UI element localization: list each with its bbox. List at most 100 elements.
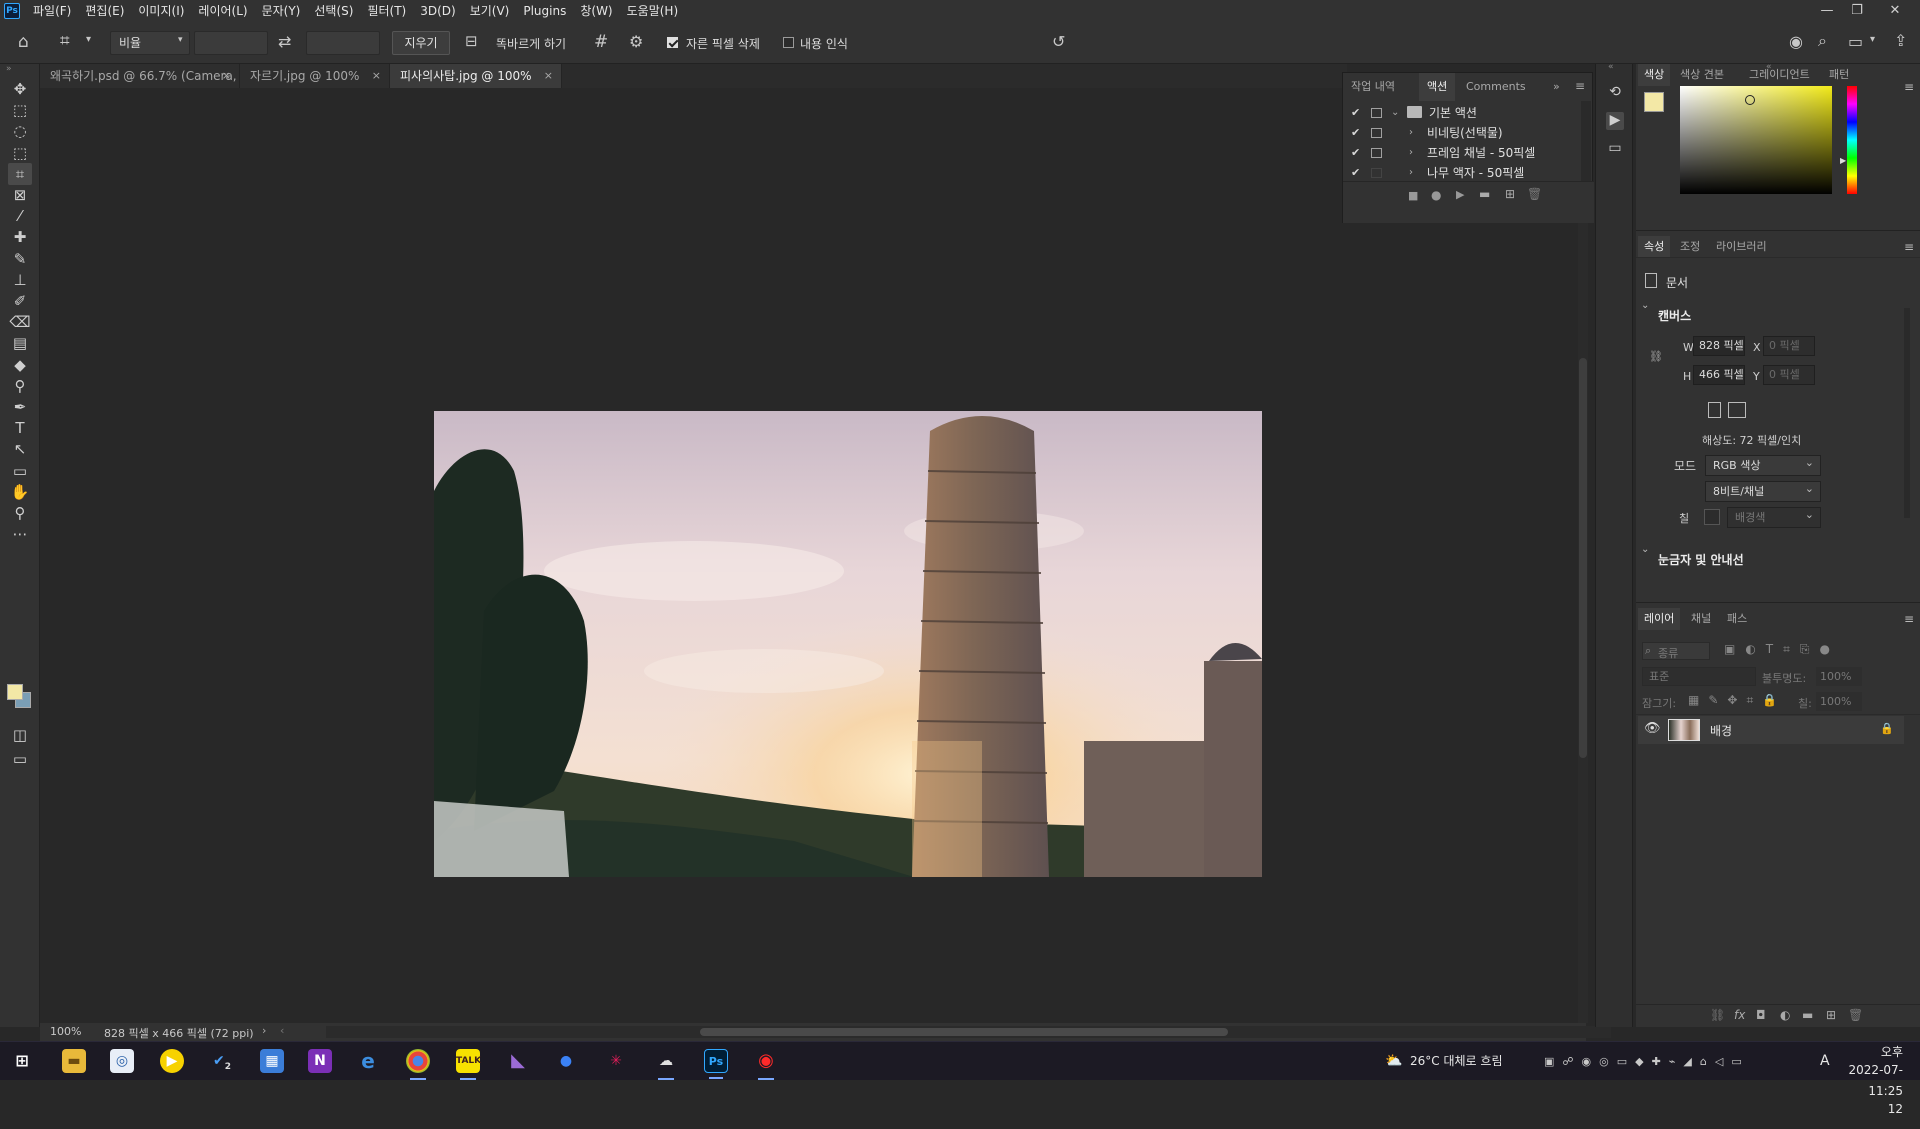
check-icon[interactable]: ✔ — [1351, 103, 1360, 123]
vertical-scrollbar[interactable] — [1578, 88, 1588, 1023]
record-icon[interactable]: ● — [1431, 188, 1441, 202]
canvas-section-title[interactable]: 캔버스 — [1658, 307, 1691, 324]
fx-icon[interactable]: fx — [1734, 1008, 1745, 1022]
folder-icon[interactable]: ▬ — [1802, 1008, 1813, 1022]
crop-tool-preset-icon[interactable]: ⌗ — [60, 31, 70, 51]
menu-item[interactable]: 이미지(I) — [131, 0, 191, 22]
panel-menu-icon[interactable]: ≡ — [1904, 612, 1914, 626]
lock-icon[interactable]: 🔒 — [1880, 722, 1894, 735]
ime-indicator[interactable]: A — [1820, 1042, 1830, 1081]
menu-item[interactable]: 파일(F) — [26, 0, 78, 22]
layer-fill-field[interactable]: 100% — [1816, 692, 1862, 711]
document-info[interactable]: 828 픽셀 x 466 픽셀 (72 ppi) — [104, 1025, 254, 1041]
eyedropper-icon[interactable]: ⁄ — [8, 205, 32, 227]
clear-button[interactable]: 지우기 — [392, 31, 450, 55]
rectangle-icon[interactable]: ▭ — [8, 460, 32, 482]
y-field[interactable]: 0 픽셀 — [1763, 365, 1815, 385]
close-tab-icon[interactable]: × — [372, 64, 381, 88]
history-icon[interactable]: ⟲ — [1606, 84, 1624, 102]
panel-tab[interactable]: 색상 — [1638, 64, 1671, 86]
new-layer-icon[interactable]: ⊞ — [1826, 1008, 1836, 1022]
calculator-icon[interactable]: ▦ — [260, 1049, 284, 1073]
swap-icon[interactable]: ⇄ — [278, 32, 291, 51]
panel-tab[interactable]: 레이어 — [1638, 608, 1681, 630]
foreground-color-swatch[interactable] — [7, 684, 23, 700]
photoshop-taskbar-icon[interactable]: Ps — [704, 1049, 728, 1079]
quick-mask-icon[interactable]: ◫ — [8, 724, 32, 746]
height-field[interactable]: 466 픽셀 — [1693, 365, 1745, 385]
weather-text[interactable]: 26°C 대체로 흐림 — [1410, 1042, 1502, 1081]
check-icon[interactable]: ✔ — [1351, 163, 1360, 183]
home-icon[interactable]: ⌂ — [18, 32, 29, 52]
layer-row[interactable]: 👁 배경 🔒 — [1638, 716, 1904, 744]
straighten-icon[interactable]: ⊟ — [465, 32, 478, 50]
zoom-level[interactable]: 100% — [50, 1025, 81, 1038]
path-select-icon[interactable]: ↖ — [8, 438, 32, 460]
menu-item[interactable]: 선택(S) — [307, 0, 360, 22]
type-icon[interactable]: T — [8, 417, 32, 439]
history-brush-icon[interactable]: ✐ — [8, 290, 32, 312]
maps-icon[interactable]: ● — [554, 1049, 578, 1073]
close-tab-icon[interactable]: × — [222, 64, 231, 88]
panel-tab[interactable]: 조정 — [1674, 236, 1706, 258]
hand-icon[interactable]: ✋ — [8, 481, 32, 503]
collapse-icon[interactable]: » — [6, 64, 12, 74]
hue-slider[interactable] — [1847, 86, 1857, 194]
minimize-button[interactable]: — — [1812, 0, 1842, 22]
dialog-toggle-icon[interactable] — [1371, 168, 1382, 178]
new-set-icon[interactable]: ▬ — [1479, 187, 1490, 201]
chevron-right-icon[interactable]: › — [262, 1024, 266, 1037]
slack-icon[interactable]: ✳ — [604, 1049, 628, 1073]
close-button[interactable]: ✕ — [1880, 0, 1910, 22]
blur-icon[interactable]: ◆ — [8, 354, 32, 376]
properties-scrollbar[interactable] — [1904, 308, 1910, 518]
reset-icon[interactable]: ↺ — [1052, 32, 1065, 51]
canvas-area[interactable] — [40, 88, 1586, 1023]
straighten-label[interactable]: 똑바르게 하기 — [496, 35, 566, 52]
dialog-toggle-icon[interactable] — [1371, 148, 1382, 158]
menu-item[interactable]: Plugins — [516, 0, 573, 22]
action-item[interactable]: ✔ › 프레임 채널 - 50픽셀 — [1343, 143, 1581, 163]
adjustment-layer-icon[interactable]: ◐ — [1780, 1008, 1790, 1022]
fill-swatch[interactable] — [1704, 509, 1720, 525]
menu-item[interactable]: 도움말(H) — [620, 0, 686, 22]
panel-tab[interactable]: 채널 — [1685, 608, 1717, 630]
blend-mode-select[interactable]: 표준 — [1642, 667, 1756, 686]
chevron-down-icon[interactable]: ⌄ — [1641, 300, 1649, 311]
visual-studio-icon[interactable]: ◣ — [506, 1049, 530, 1073]
clock-date[interactable]: 2022-07-12 — [1843, 1051, 1903, 1116]
todo-icon[interactable]: ✔2 — [210, 1049, 234, 1073]
document-tab[interactable]: 자르기.jpg @ 100% (RGB/8)× — [240, 64, 390, 107]
panel-menu-icon[interactable]: ≡ — [1904, 240, 1914, 254]
more-icon[interactable]: ⋯ — [8, 523, 32, 545]
action-item[interactable]: ✔ › 비네팅(선택물) — [1343, 123, 1581, 143]
share-icon[interactable]: ⇪ — [1894, 31, 1907, 50]
chevron-down-icon[interactable]: ▾ — [86, 34, 91, 45]
gear-icon[interactable]: ⚙ — [629, 32, 643, 51]
windows-start-icon[interactable]: ⊞ — [10, 1049, 34, 1073]
dodge-icon[interactable]: ⚲ — [8, 375, 32, 397]
check-icon[interactable]: ✔ — [1351, 143, 1360, 163]
restore-button[interactable]: ❐ — [1842, 0, 1872, 22]
mask-icon[interactable]: ◘ — [1756, 1008, 1766, 1022]
eraser-icon[interactable]: ⌫ — [8, 311, 32, 333]
layer-filter-icons[interactable]: ▣◐T⌗⎘● — [1724, 642, 1840, 657]
panel-tab[interactable]: 패턴 — [1823, 64, 1855, 86]
pen-icon[interactable]: ✒ — [8, 396, 32, 418]
panel-menu-icon[interactable]: ≡ — [1575, 79, 1585, 93]
hue-marker[interactable]: ▶ — [1840, 156, 1846, 165]
frame-icon[interactable]: ⊠ — [8, 184, 32, 206]
chevron-left-icon[interactable]: ‹ — [280, 1024, 284, 1037]
bit-depth-select[interactable]: 8비트/채널 — [1705, 479, 1821, 502]
color-field[interactable] — [1680, 86, 1832, 194]
app-icon[interactable]: ☁ — [654, 1049, 678, 1080]
menu-item[interactable]: 보기(V) — [463, 0, 517, 22]
app-icon[interactable]: ◎ — [110, 1049, 134, 1073]
trash-icon[interactable]: 🗑 — [1848, 1008, 1863, 1022]
menu-item[interactable]: 문자(Y) — [255, 0, 308, 22]
layer-name[interactable]: 배경 — [1710, 722, 1732, 739]
menu-item[interactable]: 레이어(L) — [191, 0, 254, 22]
expand-icon[interactable]: » — [1553, 80, 1560, 93]
color-picker-marker[interactable] — [1745, 95, 1755, 105]
stop-icon[interactable]: ■ — [1408, 189, 1418, 202]
